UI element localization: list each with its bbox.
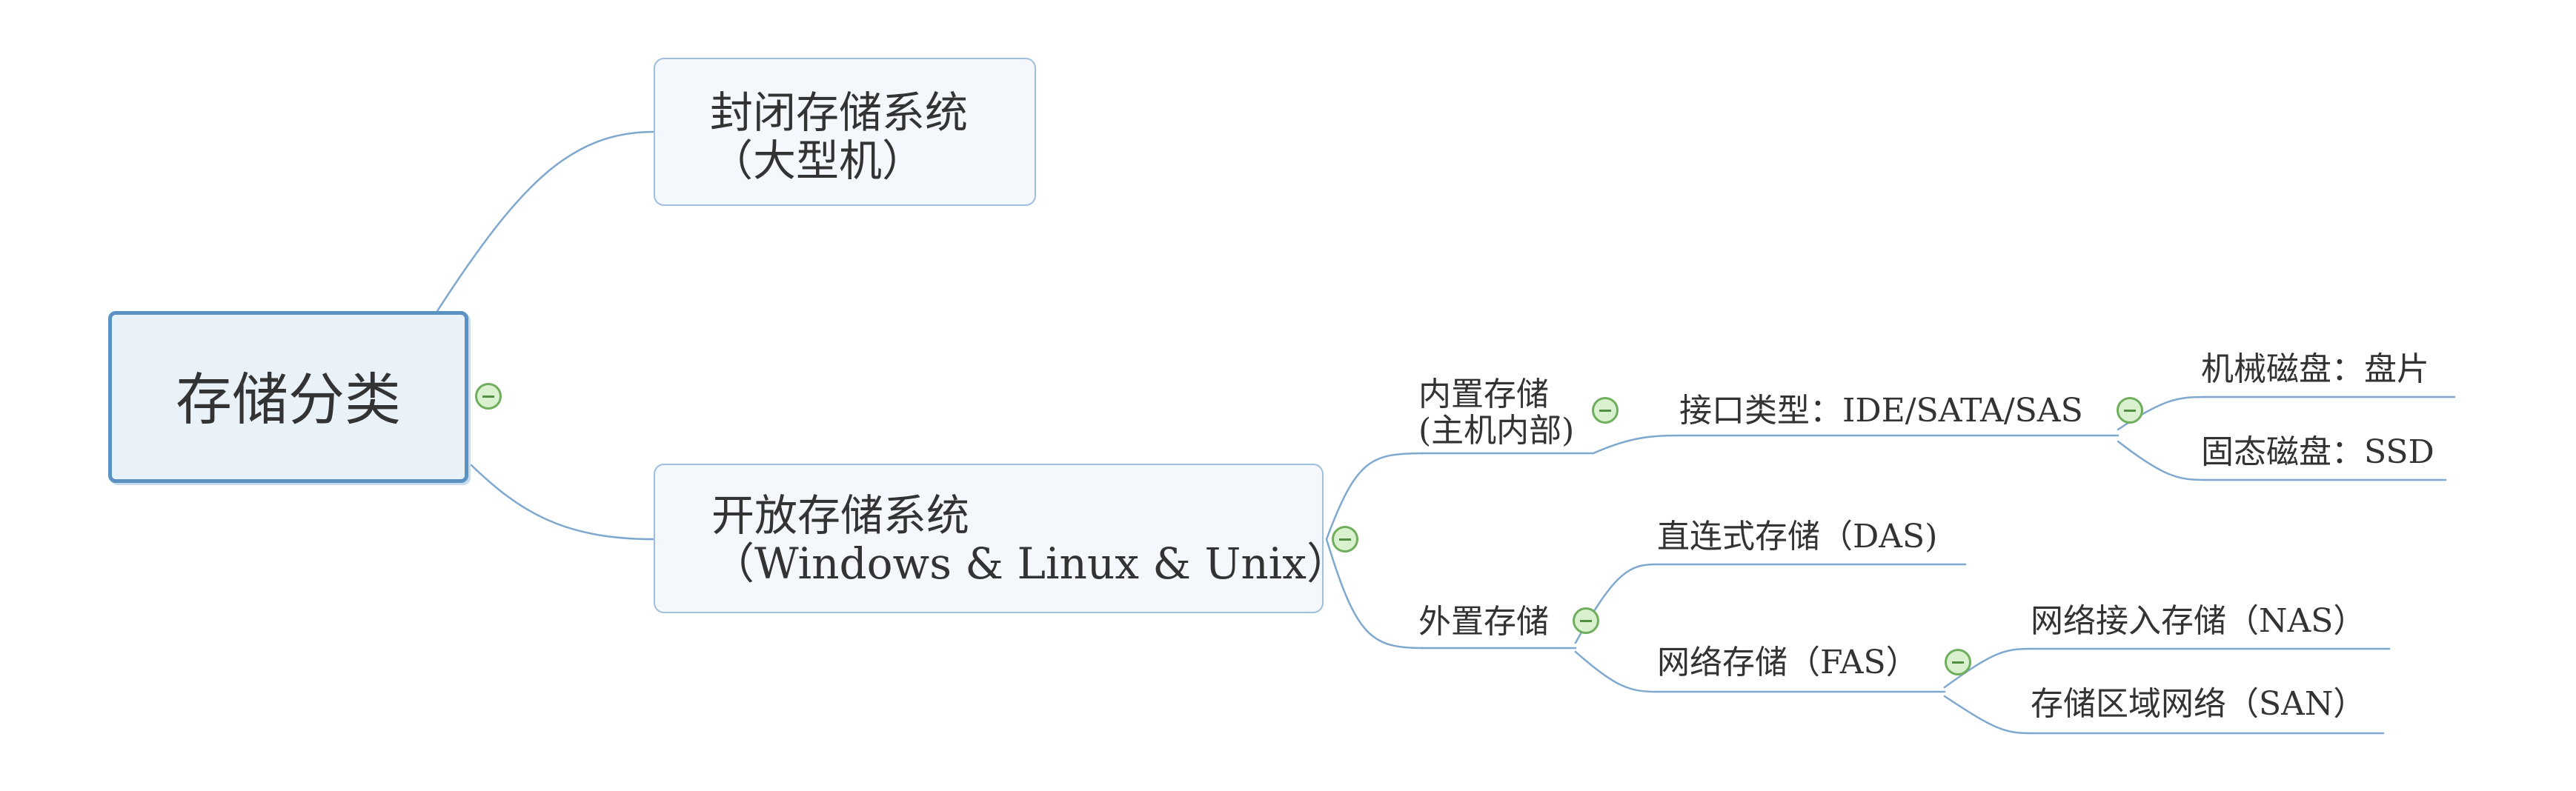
solid-state-disk-label[interactable]: 固态磁盘：SSD — [2201, 434, 2434, 471]
collapse-minus-icon[interactable] — [1332, 526, 1358, 553]
collapse-minus-icon[interactable] — [475, 383, 502, 410]
open-storage-line1: 开放存储系统 — [711, 490, 970, 541]
connector-root-open — [470, 464, 655, 541]
root-label: 存储分类 — [176, 367, 401, 433]
open-storage-line2: （Windows & Linux & Unix） — [711, 538, 1350, 589]
collapse-minus-icon[interactable] — [1945, 649, 1971, 675]
internal-storage-label[interactable]: 内置存储 (主机内部) — [1418, 376, 1574, 450]
nas-label[interactable]: 网络接入存储（NAS） — [2031, 603, 2366, 640]
internal-storage-line1: 内置存储 — [1418, 376, 1549, 413]
connector-external-fas — [1574, 650, 1658, 693]
fas-label[interactable]: 网络存储（FAS） — [1657, 644, 1919, 681]
open-storage-node[interactable]: 开放存储系统 （Windows & Linux & Unix） — [654, 464, 1350, 613]
collapse-minus-icon[interactable] — [1573, 607, 1599, 634]
closed-storage-line2: （大型机） — [710, 135, 926, 186]
collapse-minus-icon[interactable] — [2117, 397, 2143, 424]
connector-root-closed — [436, 130, 655, 313]
root-node[interactable]: 存储分类 — [108, 311, 468, 483]
mechanical-disk-label[interactable]: 机械磁盘：盘片 — [2201, 351, 2429, 388]
collapse-minus-icon[interactable] — [1592, 397, 1619, 424]
das-label[interactable]: 直连式存储（DAS) — [1657, 518, 1937, 555]
external-storage-label[interactable]: 外置存储 — [1418, 604, 1549, 641]
interface-type-label[interactable]: 接口类型：IDE/SATA/SAS — [1679, 393, 2083, 430]
connector-fas-san — [1943, 695, 2032, 735]
open-storage-label: 开放存储系统 （Windows & Linux & Unix） — [711, 492, 1350, 588]
closed-storage-label: 封闭存储系统 （大型机） — [710, 89, 968, 185]
closed-storage-node[interactable]: 封闭存储系统 （大型机） — [654, 58, 1036, 206]
connector-internal-interface — [1592, 434, 1678, 455]
closed-storage-line1: 封闭存储系统 — [710, 87, 969, 138]
san-label[interactable]: 存储区域网络（SAN） — [2031, 686, 2366, 723]
internal-storage-line2: (主机内部) — [1418, 412, 1575, 450]
connector-interface-solid — [2117, 440, 2206, 481]
